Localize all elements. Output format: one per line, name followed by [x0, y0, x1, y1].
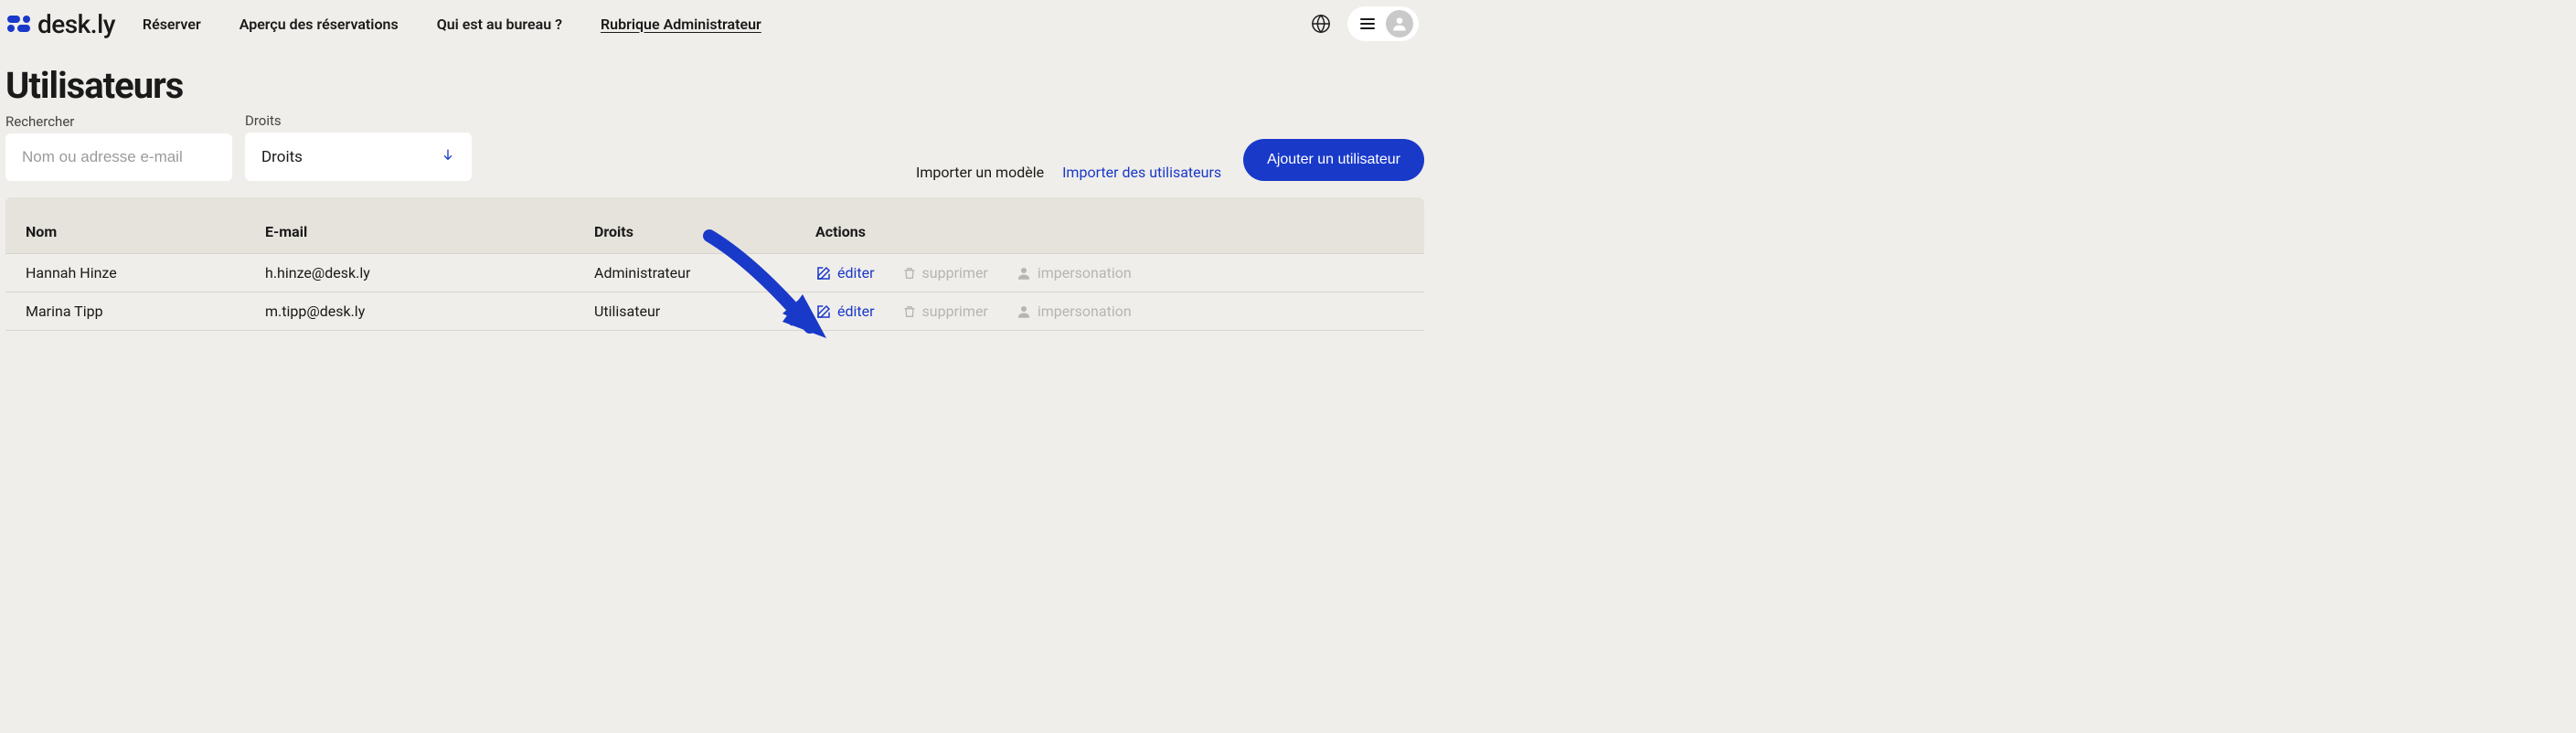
- trash-icon: [902, 304, 917, 319]
- filters-row: Rechercher Droits Droits Importer un mod…: [0, 109, 1430, 197]
- user-menu[interactable]: [1347, 6, 1419, 41]
- edit-button[interactable]: éditer: [815, 264, 875, 282]
- cell-actions: éditer supprimer impersonation: [795, 292, 1424, 331]
- page-title: Utilisateurs: [0, 48, 1430, 109]
- impersonate-label: impersonation: [1038, 264, 1132, 282]
- person-icon: [1016, 303, 1032, 320]
- cell-actions: éditer supprimer impersonation: [795, 254, 1424, 292]
- brand-name: desk.ly: [37, 9, 115, 39]
- delete-button: supprimer: [902, 303, 988, 320]
- trash-icon: [902, 266, 917, 281]
- edit-label: éditer: [837, 264, 875, 282]
- impersonate-button: impersonation: [1016, 264, 1132, 282]
- filter-rights-label: Droits: [245, 112, 472, 129]
- rights-select[interactable]: Droits: [245, 133, 472, 181]
- edit-label: éditer: [837, 303, 875, 320]
- nav-item-admin[interactable]: Rubrique Administrateur: [601, 16, 761, 33]
- brand-logo-mark: [7, 16, 30, 32]
- topbar-right: [1311, 6, 1419, 41]
- hamburger-icon: [1360, 18, 1375, 29]
- delete-button: supprimer: [902, 264, 988, 282]
- main-nav: Réserver Aperçu des réservations Qui est…: [143, 16, 761, 33]
- add-user-button[interactable]: Ajouter un utilisateur: [1243, 139, 1424, 181]
- nav-item-apercu[interactable]: Aperçu des réservations: [240, 16, 399, 33]
- impersonate-label: impersonation: [1038, 303, 1132, 320]
- users-table-wrap: Nom E-mail Droits Actions Hannah Hinze h…: [5, 197, 1424, 331]
- table-header-row: Nom E-mail Droits Actions: [5, 210, 1424, 254]
- import-template-link[interactable]: Importer un modèle: [916, 164, 1044, 181]
- users-table: Nom E-mail Droits Actions Hannah Hinze h…: [5, 210, 1424, 331]
- delete-label: supprimer: [922, 303, 988, 320]
- rights-select-value: Droits: [261, 148, 303, 166]
- topbar: desk.ly Réserver Aperçu des réservations…: [0, 0, 1430, 48]
- col-header-name: Nom: [5, 210, 245, 254]
- cell-rights: Administrateur: [574, 254, 795, 292]
- arrow-down-icon: [441, 147, 455, 166]
- filter-search-label: Rechercher: [5, 113, 232, 130]
- filter-rights-group: Droits Droits: [245, 112, 472, 181]
- cell-email: h.hinze@desk.ly: [245, 254, 574, 292]
- nav-item-qui[interactable]: Qui est au bureau ?: [437, 16, 562, 33]
- search-input[interactable]: [5, 133, 232, 181]
- cell-name: Marina Tipp: [5, 292, 245, 331]
- table-row: Hannah Hinze h.hinze@desk.ly Administrat…: [5, 254, 1424, 292]
- table-row: Marina Tipp m.tipp@desk.ly Utilisateur é…: [5, 292, 1424, 331]
- cell-email: m.tipp@desk.ly: [245, 292, 574, 331]
- edit-icon: [815, 303, 832, 320]
- cell-name: Hannah Hinze: [5, 254, 245, 292]
- brand-logo[interactable]: desk.ly: [7, 9, 115, 39]
- delete-label: supprimer: [922, 264, 988, 282]
- filter-search-group: Rechercher: [5, 113, 232, 181]
- col-header-rights: Droits: [574, 210, 795, 254]
- impersonate-button: impersonation: [1016, 303, 1132, 320]
- col-header-actions: Actions: [795, 210, 1424, 254]
- nav-item-reserver[interactable]: Réserver: [143, 16, 201, 33]
- col-header-email: E-mail: [245, 210, 574, 254]
- avatar: [1386, 10, 1413, 37]
- person-icon: [1016, 265, 1032, 282]
- globe-icon[interactable]: [1311, 14, 1331, 34]
- import-users-link[interactable]: Importer des utilisateurs: [1062, 164, 1221, 181]
- edit-icon: [815, 265, 832, 282]
- edit-button[interactable]: éditer: [815, 303, 875, 320]
- cell-rights: Utilisateur: [574, 292, 795, 331]
